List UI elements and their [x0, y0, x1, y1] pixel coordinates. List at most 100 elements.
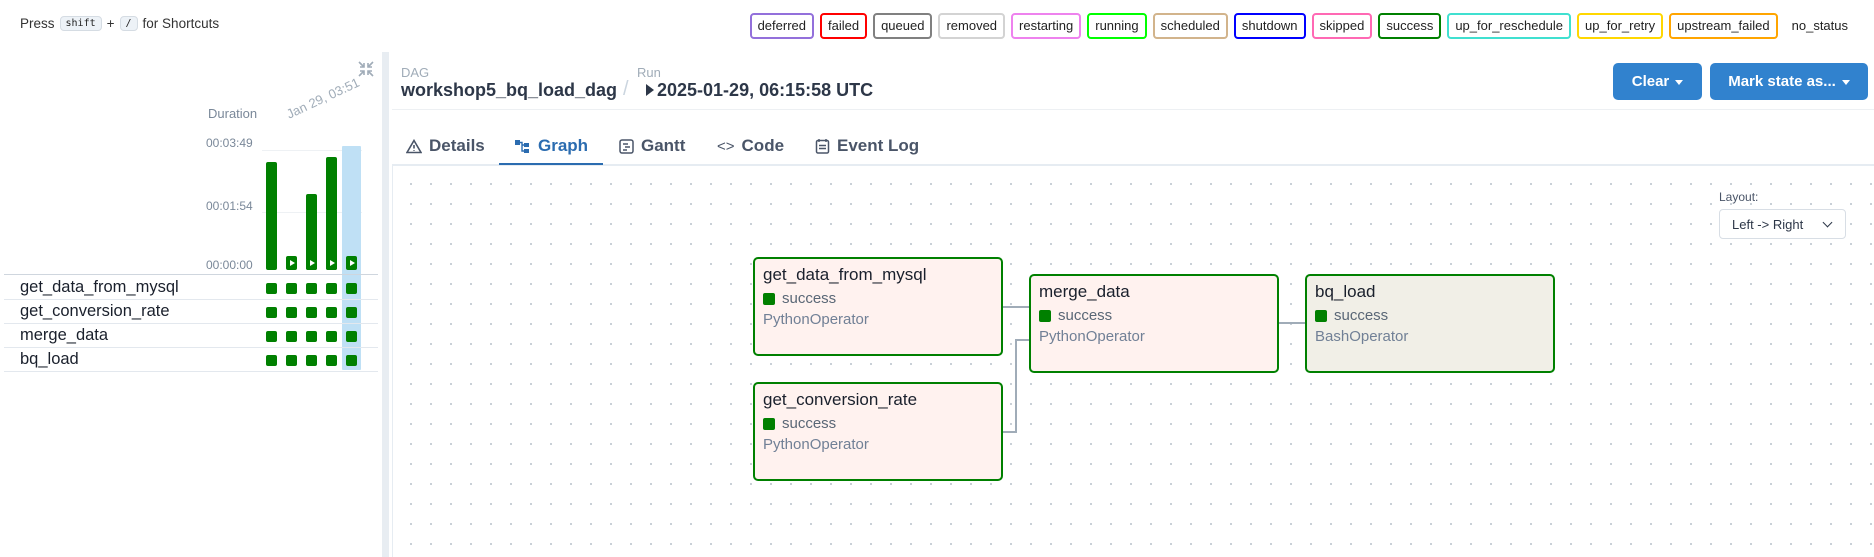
task-instance-cell[interactable] — [326, 355, 337, 366]
run-id[interactable]: 2025-01-29, 06:15:58 UTC — [657, 80, 873, 101]
legend-deferred[interactable]: deferred — [749, 13, 814, 39]
task-instance-cell[interactable] — [326, 307, 337, 318]
task-instance-cell[interactable] — [346, 331, 357, 342]
manual-run-play-icon[interactable] — [306, 256, 317, 270]
slash-key: / — [119, 16, 138, 31]
node-state-label: success — [782, 415, 837, 432]
gantt-icon — [619, 138, 634, 154]
legend-no-status[interactable]: no_status — [1783, 13, 1856, 39]
grid-row-bq-load[interactable]: bq_load — [4, 348, 378, 372]
legend-scheduled[interactable]: scheduled — [1152, 13, 1228, 39]
legend-running[interactable]: running — [1087, 13, 1147, 39]
tick-bottom: 00:00:00 — [206, 258, 253, 272]
manual-run-play-icon[interactable] — [286, 256, 297, 270]
node-bq-load[interactable]: bq_load success BashOperator — [1305, 274, 1555, 373]
tab-event-log[interactable]: Event Log — [815, 128, 919, 164]
dag-id-link[interactable]: workshop5_bq_load_dag — [401, 80, 617, 101]
node-state: success — [763, 415, 836, 432]
task-instance-cell[interactable] — [306, 307, 317, 318]
node-state-label: success — [1058, 307, 1113, 324]
chevron-down-icon — [1822, 217, 1833, 228]
node-operator: PythonOperator — [763, 436, 869, 453]
manual-run-play-icon[interactable] — [346, 256, 357, 270]
code-icon: <> — [717, 137, 735, 155]
clear-button[interactable]: Clear — [1613, 63, 1702, 100]
grid-row-merge-data[interactable]: merge_data — [4, 324, 378, 348]
tab-gantt[interactable]: Gantt — [619, 128, 685, 164]
task-instance-cell[interactable] — [286, 355, 297, 366]
collapse-icon[interactable] — [357, 60, 375, 78]
success-status-icon — [1315, 309, 1327, 322]
legend-success[interactable]: success — [1378, 13, 1442, 39]
legend-restarting[interactable]: restarting — [1011, 13, 1082, 39]
grid-row-get-data-from-mysql[interactable]: get_data_from_mysql — [4, 276, 378, 300]
node-title: get_conversion_rate — [763, 390, 918, 409]
task-instance-cell[interactable] — [266, 283, 277, 294]
legend-shutdown[interactable]: shutdown — [1233, 13, 1306, 39]
state-legend: deferred failed queued removed restartin… — [749, 13, 1856, 39]
task-instance-cell[interactable] — [306, 331, 317, 342]
task-instance-cell[interactable] — [306, 355, 317, 366]
legend-queued[interactable]: queued — [873, 13, 933, 39]
tab-details-label: Details — [429, 136, 485, 155]
node-operator: BashOperator — [1315, 328, 1409, 345]
task-name[interactable]: get_data_from_mysql — [20, 278, 179, 297]
task-name[interactable]: merge_data — [20, 326, 108, 345]
task-instance-cell[interactable] — [346, 307, 357, 318]
task-instance-cell[interactable] — [326, 331, 337, 342]
task-name[interactable]: get_conversion_rate — [20, 302, 170, 321]
legend-skipped[interactable]: skipped — [1311, 13, 1373, 39]
shift-key: shift — [59, 16, 102, 31]
task-instance-cell[interactable] — [306, 283, 317, 294]
grid-row-get-conversion-rate[interactable]: get_conversion_rate — [4, 300, 378, 324]
legend-up-for-reschedule[interactable]: up_for_reschedule — [1447, 13, 1572, 39]
chevron-down-icon — [1675, 80, 1684, 85]
breadcrumb-separator: / — [623, 78, 629, 100]
duration-label: Duration — [208, 106, 258, 121]
task-instance-cell[interactable] — [266, 307, 277, 318]
active-tab-indicator — [499, 163, 603, 165]
legend-removed[interactable]: removed — [938, 13, 1006, 39]
node-get-data-from-mysql[interactable]: get_data_from_mysql success PythonOperat… — [753, 257, 1003, 356]
shortcut-suffix: for Shortcuts — [142, 16, 220, 31]
task-name[interactable]: bq_load — [20, 350, 79, 369]
legend-up-for-retry[interactable]: up_for_retry — [1577, 13, 1664, 39]
success-status-icon — [1039, 309, 1051, 322]
task-instance-cell[interactable] — [346, 283, 357, 294]
play-icon — [646, 84, 654, 96]
task-instance-cell[interactable] — [346, 355, 357, 366]
node-state: success — [763, 290, 836, 307]
node-title: merge_data — [1039, 282, 1130, 301]
node-state-label: success — [782, 290, 837, 307]
panel-resize-handle[interactable] — [382, 52, 389, 557]
node-get-conversion-rate[interactable]: get_conversion_rate success PythonOperat… — [753, 382, 1003, 481]
mark-state-button[interactable]: Mark state as... — [1710, 63, 1868, 100]
tab-details[interactable]: Details — [406, 128, 485, 164]
task-instance-cell[interactable] — [286, 331, 297, 342]
node-state: success — [1039, 307, 1112, 324]
legend-failed[interactable]: failed — [819, 13, 868, 39]
task-instance-cell[interactable] — [286, 283, 297, 294]
task-instance-cell[interactable] — [266, 331, 277, 342]
task-instance-cell[interactable] — [266, 355, 277, 366]
success-status-icon — [763, 292, 775, 305]
layout-label: Layout: — [1719, 190, 1759, 204]
grid-axis-line — [4, 274, 378, 275]
layout-select[interactable]: Left -> Right — [1719, 209, 1846, 239]
shortcut-hint: Press shift + / for Shortcuts — [20, 16, 219, 31]
task-instance-cell[interactable] — [326, 283, 337, 294]
run-duration-bar[interactable] — [266, 162, 277, 270]
run-duration-bar[interactable] — [326, 157, 337, 270]
tab-code[interactable]: <> Code — [717, 128, 784, 164]
task-instance-cell[interactable] — [286, 307, 297, 318]
node-merge-data[interactable]: merge_data success PythonOperator — [1029, 274, 1279, 373]
manual-run-play-icon[interactable] — [326, 256, 337, 270]
mark-state-button-label: Mark state as... — [1728, 73, 1836, 90]
node-operator: PythonOperator — [763, 311, 869, 328]
header-divider — [392, 109, 1874, 110]
node-state: success — [1315, 307, 1388, 324]
tab-graph[interactable]: Graph — [514, 128, 588, 164]
legend-upstream-failed[interactable]: upstream_failed — [1669, 13, 1778, 39]
tab-event-log-label: Event Log — [837, 136, 920, 155]
graph-icon — [515, 139, 529, 153]
